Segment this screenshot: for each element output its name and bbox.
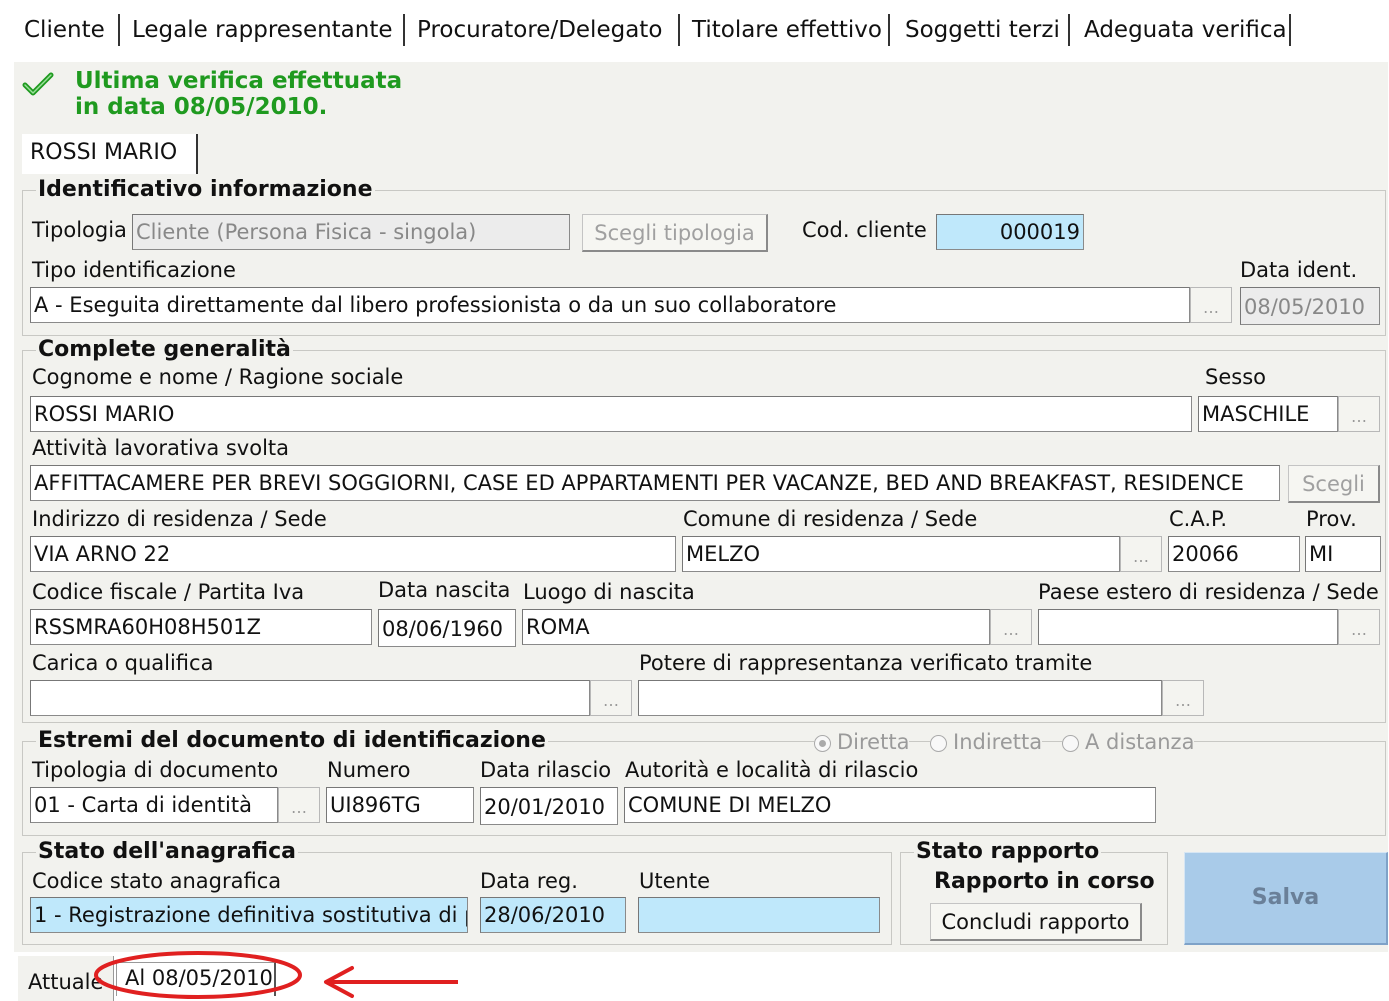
group-generalita-title: Complete generalità	[36, 337, 293, 362]
annotation-circle-icon	[94, 951, 302, 999]
data-ident-field[interactable]: 08/05/2010	[1240, 287, 1380, 325]
annotation-arrow-icon	[324, 966, 458, 998]
radio-diretta-label: Diretta	[837, 730, 910, 754]
luogo-nascita-browse-button[interactable]: …	[990, 609, 1032, 645]
radio-unselected-icon	[1062, 734, 1079, 752]
group-identificativo-title: Identificativo informazione	[36, 177, 375, 202]
scegli-tipologia-button[interactable]: Scegli tipologia	[582, 214, 768, 252]
indirizzo-field[interactable]: VIA ARNO 22	[30, 536, 676, 572]
paese-estero-label: Paese estero di residenza / Sede	[1038, 580, 1379, 604]
tipo-identificazione-browse-button[interactable]: …	[1190, 287, 1232, 323]
tab-procuratore-delegato[interactable]: Procuratore/Delegato	[417, 12, 662, 48]
data-nascita-field[interactable]: 08/06/1960	[378, 609, 516, 647]
radio-indiretta[interactable]: Indiretta	[930, 730, 1043, 754]
indirizzo-label: Indirizzo di residenza / Sede	[32, 507, 327, 531]
prov-field[interactable]: MI	[1305, 536, 1381, 572]
paese-estero-browse-button[interactable]: …	[1338, 609, 1380, 645]
nome-label: Cognome e nome / Ragione sociale	[32, 365, 404, 389]
carica-label: Carica o qualifica	[32, 651, 214, 675]
group-stato-anagrafica-title: Stato dell'anagrafica	[36, 839, 298, 864]
verification-status-line1: Ultima verifica effettuata	[75, 68, 403, 94]
tab-titolare-effettivo[interactable]: Titolare effettivo	[692, 12, 882, 48]
codice-fiscale-field[interactable]: RSSMRA60H08H501Z	[30, 609, 372, 645]
tab-cliente[interactable]: Cliente	[24, 12, 105, 48]
carica-field[interactable]	[30, 680, 590, 716]
tab-separator	[403, 14, 405, 46]
cod-cliente-label: Cod. cliente	[802, 218, 927, 242]
sesso-field[interactable]: MASCHILE	[1198, 396, 1338, 432]
data-reg-label: Data reg.	[480, 869, 578, 893]
attivita-field[interactable]: AFFITTACAMERE PER BREVI SOGGIORNI, CASE …	[30, 465, 1280, 501]
group-documento-title: Estremi del documento di identificazione	[36, 728, 548, 753]
autorita-label: Autorità e località di rilascio	[625, 758, 919, 782]
utente-field[interactable]	[638, 897, 880, 933]
cap-label: C.A.P.	[1169, 507, 1228, 531]
comune-field[interactable]: MELZO	[682, 536, 1120, 572]
radio-indiretta-label: Indiretta	[953, 730, 1043, 754]
data-rilascio-field[interactable]: 20/01/2010	[480, 787, 618, 825]
radio-unselected-icon	[930, 734, 947, 752]
data-ident-label: Data ident.	[1240, 258, 1358, 282]
concludi-rapporto-button[interactable]: Concludi rapporto	[930, 903, 1142, 941]
paese-estero-field[interactable]	[1038, 609, 1338, 645]
subtab-person[interactable]: ROSSI MARIO	[22, 134, 198, 174]
radio-diretta[interactable]: Diretta	[814, 730, 910, 754]
tab-separator	[888, 14, 890, 46]
cod-cliente-field[interactable]: 000019	[936, 214, 1084, 250]
potere-field[interactable]	[638, 680, 1162, 716]
potere-label: Potere di rappresentanza verificato tram…	[639, 651, 1093, 675]
codice-stato-field[interactable]: 1 - Registrazione definitiva sostitutiva…	[30, 897, 468, 933]
data-reg-field[interactable]: 28/06/2010	[480, 897, 626, 933]
tab-legale-rappresentante[interactable]: Legale rappresentante	[132, 12, 393, 48]
tipologia-documento-label: Tipologia di documento	[32, 758, 279, 782]
verification-status-line2: in data 08/05/2010.	[75, 94, 328, 120]
radio-a-distanza-label: A distanza	[1085, 730, 1195, 754]
tab-separator	[118, 14, 120, 46]
radio-a-distanza[interactable]: A distanza	[1062, 730, 1195, 754]
tipo-identificazione-field[interactable]: A - Eseguita direttamente dal libero pro…	[30, 287, 1190, 323]
carica-browse-button[interactable]: …	[590, 680, 632, 716]
rapporto-status-text: Rapporto in corso	[934, 869, 1155, 894]
attivita-label: Attività lavorativa svolta	[32, 436, 290, 460]
scegli-attivita-button[interactable]: Scegli	[1288, 465, 1380, 503]
tab-separator	[1289, 14, 1291, 46]
tab-separator	[678, 14, 680, 46]
codice-stato-label: Codice stato anagrafica	[32, 869, 282, 893]
codice-fiscale-label: Codice fiscale / Partita Iva	[32, 580, 305, 604]
cap-field[interactable]: 20066	[1168, 536, 1300, 572]
data-nascita-label: Data nascita	[378, 578, 511, 602]
subtab-person-label: ROSSI MARIO	[30, 140, 178, 165]
luogo-nascita-label: Luogo di nascita	[523, 580, 695, 604]
salva-button[interactable]: Salva	[1184, 852, 1388, 945]
numero-field[interactable]: UI896TG	[326, 787, 474, 823]
tipologia-label: Tipologia	[32, 218, 127, 242]
sesso-browse-button[interactable]: …	[1338, 396, 1380, 432]
numero-label: Numero	[327, 758, 411, 782]
radio-selected-icon	[814, 734, 831, 752]
potere-browse-button[interactable]: …	[1162, 680, 1204, 716]
tipologia-field[interactable]: Cliente (Persona Fisica - singola)	[132, 214, 570, 250]
luogo-nascita-field[interactable]: ROMA	[522, 609, 990, 645]
autorita-field[interactable]: COMUNE DI MELZO	[624, 787, 1156, 823]
sesso-label: Sesso	[1205, 365, 1266, 389]
tipologia-documento-field[interactable]: 01 - Carta di identità	[30, 787, 278, 823]
tab-separator	[1068, 14, 1070, 46]
prov-label: Prov.	[1306, 507, 1357, 531]
group-stato-rapporto-title: Stato rapporto	[914, 839, 1102, 864]
check-icon	[22, 72, 54, 96]
tab-soggetti-terzi[interactable]: Soggetti terzi	[905, 12, 1060, 48]
comune-browse-button[interactable]: …	[1120, 536, 1162, 572]
tab-adeguata-verifica[interactable]: Adeguata verifica	[1084, 12, 1287, 48]
utente-label: Utente	[639, 869, 710, 893]
tipo-identificazione-label: Tipo identificazione	[32, 258, 236, 282]
nome-field[interactable]: ROSSI MARIO	[30, 396, 1192, 432]
data-rilascio-label: Data rilascio	[480, 758, 612, 782]
tipologia-documento-browse-button[interactable]: …	[278, 787, 320, 823]
comune-label: Comune di residenza / Sede	[683, 507, 978, 531]
